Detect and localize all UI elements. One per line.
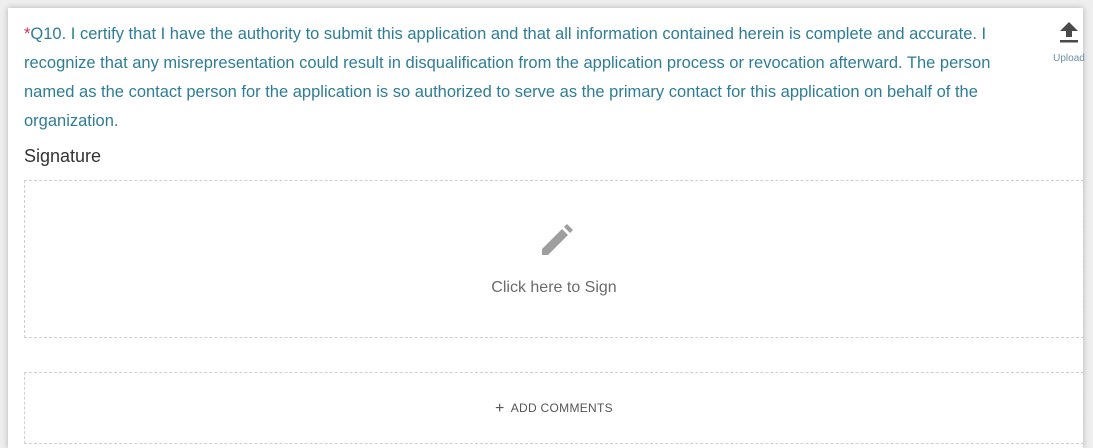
question-card: *Q10. I certify that I have the authorit…	[8, 8, 1085, 448]
pencil-icon	[536, 219, 576, 264]
add-comments-label: ADD COMMENTS	[510, 401, 613, 415]
upload-button[interactable]: Upload	[1045, 20, 1093, 64]
add-comments-button[interactable]: + ADD COMMENTS	[24, 372, 1084, 444]
question-text-block: *Q10. I certify that I have the authorit…	[24, 20, 1009, 136]
signature-title: Signature	[24, 146, 102, 166]
plus-icon: +	[495, 400, 505, 417]
signature-pad[interactable]: Click here to Sign	[24, 180, 1084, 338]
upload-icon	[1059, 22, 1079, 48]
question-text: Q10. I certify that I have the authority…	[24, 25, 991, 130]
sign-prompt: Click here to Sign	[491, 279, 617, 296]
upload-label: Upload	[1053, 53, 1085, 64]
